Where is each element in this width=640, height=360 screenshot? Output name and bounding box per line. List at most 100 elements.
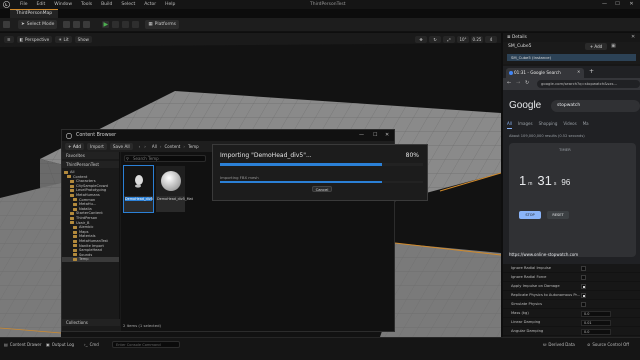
console-command-input[interactable]: Enter Console Command [112, 341, 180, 348]
back-icon[interactable]: ‹ [139, 144, 141, 149]
new-tab-icon[interactable]: + [589, 68, 594, 75]
save-icon[interactable] [3, 21, 10, 28]
project-section[interactable]: ThirdPersonTest [62, 161, 119, 168]
minimize-icon[interactable]: — [359, 132, 364, 138]
stop-icon[interactable] [122, 21, 130, 28]
rotation-snap[interactable]: 10° [457, 36, 469, 43]
google-search-input[interactable]: stopwatch [551, 100, 640, 112]
property-checkbox[interactable] [581, 293, 586, 298]
property-checkbox[interactable] [581, 266, 586, 271]
search-tab-maps[interactable]: Ma [583, 121, 589, 129]
menu-select[interactable]: Select [121, 2, 135, 7]
timer-tab[interactable]: TIMER [559, 147, 571, 152]
cinematics-icon[interactable] [83, 21, 91, 28]
close-icon[interactable]: ✕ [631, 34, 635, 40]
scale-icon[interactable]: ⤢ [443, 36, 455, 43]
property-checkbox[interactable] [581, 275, 586, 280]
property-checkbox[interactable] [581, 302, 586, 307]
details-tab[interactable]: ≣ Details [507, 34, 527, 41]
search-tab-images[interactable]: Images [518, 121, 533, 129]
forward-icon[interactable]: → [516, 80, 520, 86]
back-icon[interactable]: ← [507, 80, 511, 86]
asset-count-status: 2 items (1 selected) [123, 323, 161, 328]
browser-tab[interactable]: 01:31 - Google Search [506, 68, 584, 78]
derived-data-button[interactable]: ⛁ Derived Data [543, 341, 575, 349]
breadcrumb-all[interactable]: All [152, 144, 157, 149]
collections-section[interactable]: Collections [62, 319, 120, 326]
cmd-label: Cmd [89, 342, 99, 347]
source-control-label: Source Control Off [592, 342, 630, 347]
search-tab-videos[interactable]: Videos [563, 121, 576, 129]
viewport-options-button[interactable]: ≡ [4, 36, 14, 43]
add-actor-icon[interactable] [63, 21, 71, 28]
menu-tools[interactable]: Tools [81, 2, 92, 7]
platforms-button[interactable]: ▦ Platforms [145, 20, 179, 29]
stop-button[interactable]: STOP [519, 211, 541, 219]
platforms-icon: ▦ [148, 22, 153, 27]
blueprint-icon[interactable]: ▣ [611, 43, 616, 49]
url-input[interactable]: google.com/search?q=stopwatch&sxs... [537, 80, 640, 88]
menu-build[interactable]: Build [101, 2, 112, 7]
search-tab-all[interactable]: All [507, 121, 512, 129]
play-options-icon[interactable] [132, 21, 140, 28]
google-logo[interactable]: Google [509, 100, 541, 111]
scale-snap[interactable]: 0.25 [471, 36, 483, 43]
menu-actor[interactable]: Actor [144, 2, 156, 7]
property-value-input[interactable]: 0.01 [581, 319, 611, 326]
import-progress-bar [220, 163, 423, 166]
close-button[interactable]: ✕ [625, 0, 638, 9]
reset-button[interactable]: RESET [547, 211, 569, 219]
camera-speed[interactable]: 4 [485, 36, 497, 43]
menu-window[interactable]: Window [54, 2, 72, 7]
breadcrumb-temp[interactable]: Temp [188, 144, 199, 149]
reload-icon[interactable]: ↻ [525, 80, 529, 86]
import-button[interactable]: Import [86, 143, 107, 150]
blueprint-icon[interactable] [73, 21, 81, 28]
search-tabs: All Images Shopping Videos Ma [507, 121, 640, 129]
step-icon[interactable] [112, 21, 120, 28]
content-drawer-button[interactable]: ▤ Content Drawer [4, 341, 42, 349]
close-icon[interactable]: ✕ [385, 132, 389, 138]
forward-icon[interactable]: › [144, 144, 146, 149]
cancel-button[interactable]: Cancel [312, 186, 332, 192]
folder-tree-item[interactable]: Temp [62, 257, 119, 262]
select-mode-button[interactable]: ➤ Select Mode [18, 20, 58, 29]
play-icon[interactable]: ▶ [102, 21, 110, 28]
search-tab-shopping[interactable]: Shopping [539, 121, 558, 129]
breadcrumb-separator-icon: › [159, 144, 162, 149]
rotate-icon[interactable]: ↻ [429, 36, 441, 43]
minimize-button[interactable]: — [598, 0, 611, 9]
maximize-icon[interactable]: ☐ [373, 132, 377, 138]
menu-help[interactable]: Help [165, 2, 175, 7]
property-label: Replicate Physics to Autonomous Pr... [511, 293, 581, 297]
source-control-button[interactable]: ⊘ Source Control Off [587, 341, 629, 349]
cmd-button[interactable]: ›_ Cmd [84, 341, 99, 349]
asset-search-input[interactable]: Search Temp [124, 155, 206, 162]
stopwatch-seconds-unit: s [553, 181, 557, 187]
favorites-section[interactable]: Favorites [62, 152, 119, 159]
property-checkbox[interactable] [581, 284, 586, 289]
save-all-button[interactable]: Save All [109, 143, 133, 150]
component-instance-row[interactable]: SM_Cube5 (Instance) [507, 54, 636, 61]
add-button[interactable]: + Add [65, 143, 84, 150]
property-label: Mass (kg) [511, 311, 529, 315]
maximize-button[interactable]: ☐ [611, 0, 624, 9]
breadcrumb-content[interactable]: Content [164, 144, 180, 149]
menu-edit[interactable]: Edit [37, 2, 46, 7]
asset-tile-demohead-mat[interactable]: DemoHead_div5_Mat [156, 166, 193, 212]
menu-file[interactable]: File [20, 2, 28, 7]
lit-button[interactable]: ☀ Lit [55, 36, 72, 43]
property-value-input[interactable]: 0.0 [581, 310, 611, 317]
output-log-button[interactable]: ▣ Output Log [46, 341, 74, 349]
translate-icon[interactable]: ✥ [415, 36, 427, 43]
close-tab-icon[interactable]: ✕ [577, 69, 580, 74]
show-button[interactable]: Show [74, 36, 92, 43]
unreal-logo-icon[interactable] [2, 0, 11, 9]
result-link[interactable]: https://www.online-stopwatch.com [509, 252, 578, 257]
content-browser-titlebar[interactable]: Content Browser — ☐ ✕ [62, 130, 394, 141]
asset-tile-demohead[interactable]: DemoHead_div5 [123, 165, 154, 213]
add-component-button[interactable]: + Add [585, 43, 607, 50]
tab-thirdpersonmap[interactable]: ThirdPersonMap [10, 9, 59, 18]
perspective-button[interactable]: ◧ Perspective [16, 36, 53, 43]
property-value-input[interactable]: 0.0 [581, 328, 611, 335]
